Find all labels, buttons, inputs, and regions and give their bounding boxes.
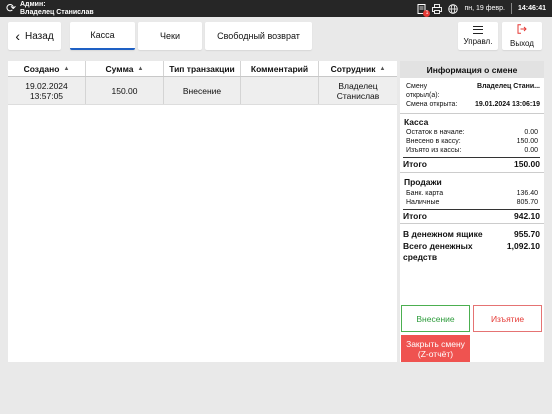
back-label: Назад	[25, 30, 54, 42]
opened-by-label: Смену	[406, 83, 428, 90]
column-amount[interactable]: Сумма ▲	[86, 61, 164, 76]
cell-type: Внесение	[164, 77, 241, 104]
kassa-total: Итого 150.00	[403, 157, 540, 169]
deposit-label: Внесение	[416, 313, 455, 324]
tab-cheki[interactable]: Чеки	[138, 22, 202, 50]
column-comment[interactable]: Комментарий	[241, 61, 319, 76]
kassa-section-title: Касса	[404, 117, 429, 127]
status-separator	[510, 3, 512, 14]
back-button[interactable]: ‹ Назад	[8, 22, 61, 50]
shift-details: Смену открыл(а): Владелец Стани... Смена…	[406, 83, 540, 108]
sales-total: Итого 942.10	[403, 209, 540, 221]
cell-employee: Владелец Станислав	[336, 80, 380, 101]
sales-cash: Наличные 805.70	[406, 199, 538, 206]
tab-kassa[interactable]: Касса	[70, 22, 135, 50]
divider	[400, 113, 544, 114]
sync-icon[interactable]: ⟳	[6, 1, 16, 15]
deposit-button[interactable]: Внесение	[401, 305, 470, 332]
opened-by-value: Владелец Стани...	[477, 83, 540, 90]
printer-icon[interactable]	[432, 3, 443, 14]
kassa-withdrawn: Изъято из кассы: 0.00	[406, 147, 538, 154]
total-cash: Всего денежных средств 1,092.10	[403, 241, 540, 262]
column-created[interactable]: Создано ▲	[8, 61, 86, 76]
user-name: Владелец Станислав	[20, 8, 94, 16]
globe-icon[interactable]	[448, 3, 459, 14]
exit-label: Выход	[510, 39, 534, 48]
withdraw-button[interactable]: Изъятие	[473, 305, 542, 332]
divider	[400, 223, 544, 224]
exit-icon	[517, 24, 527, 37]
table-row[interactable]: 19.02.2024 13:57:05 150.00 Внесение Влад…	[8, 77, 397, 105]
cell-comment	[241, 77, 319, 104]
exit-button[interactable]: Выход	[502, 22, 542, 50]
sort-arrow-icon: ▲	[63, 65, 70, 72]
user-role: Админ:	[20, 1, 46, 8]
manage-button[interactable]: Управл.	[458, 22, 498, 50]
opened-at-value: 19.01.2024 13:06:19	[475, 101, 540, 108]
current-user: Админ: Владелец Станислав	[20, 1, 94, 16]
close-shift-label: Закрыть смену	[406, 338, 465, 349]
cell-created: 19.02.2024 13:57:05	[8, 77, 86, 104]
sort-arrow-icon: ▲	[137, 65, 144, 72]
z-report-label: (Z-отчёт)	[417, 348, 454, 359]
document-icon[interactable]: 1	[416, 3, 431, 17]
notification-badge: 1	[423, 9, 431, 17]
menu-icon	[473, 26, 483, 34]
manage-label: Управл.	[463, 37, 493, 46]
kassa-start-balance: Остаток в начале: 0.00	[406, 129, 538, 136]
transactions-table: Создано ▲ Сумма ▲ Тип транзакции Комментар…	[8, 61, 397, 362]
withdraw-label: Изъятие	[490, 313, 525, 324]
cash-drawer-total: В денежном ящике 955.70	[403, 229, 540, 239]
chevron-left-icon: ‹	[15, 28, 20, 44]
close-shift-button[interactable]: Закрыть смену (Z-отчёт)	[401, 335, 470, 362]
cell-amount: 150.00	[86, 77, 164, 104]
status-bar: ⟳ Админ: Владелец Станислав 1 пн, 19 фев…	[0, 0, 552, 17]
tab-free-return-label: Свободный возврат	[217, 31, 300, 41]
tab-free-return[interactable]: Свободный возврат	[205, 22, 312, 50]
tab-cheki-label: Чеки	[160, 31, 180, 41]
column-type[interactable]: Тип транзакции	[164, 61, 241, 76]
tab-kassa-label: Касса	[90, 30, 115, 40]
column-employee[interactable]: Сотрудник ▲	[319, 61, 397, 76]
kassa-deposited: Внесено в кассу: 150.00	[406, 138, 538, 145]
table-header: Создано ▲ Сумма ▲ Тип транзакции Комментар…	[8, 61, 397, 77]
opened-at-label: Смена открыта:	[406, 101, 458, 108]
sort-arrow-icon: ▲	[379, 65, 386, 72]
divider	[400, 172, 544, 173]
shift-info-title: Информация о смене	[400, 61, 544, 78]
status-time: 14:46:41	[517, 5, 546, 12]
sales-card: Банк. карта 136.40	[406, 190, 538, 197]
status-date: пн, 19 февр.	[464, 5, 505, 12]
sales-section-title: Продажи	[404, 177, 442, 187]
